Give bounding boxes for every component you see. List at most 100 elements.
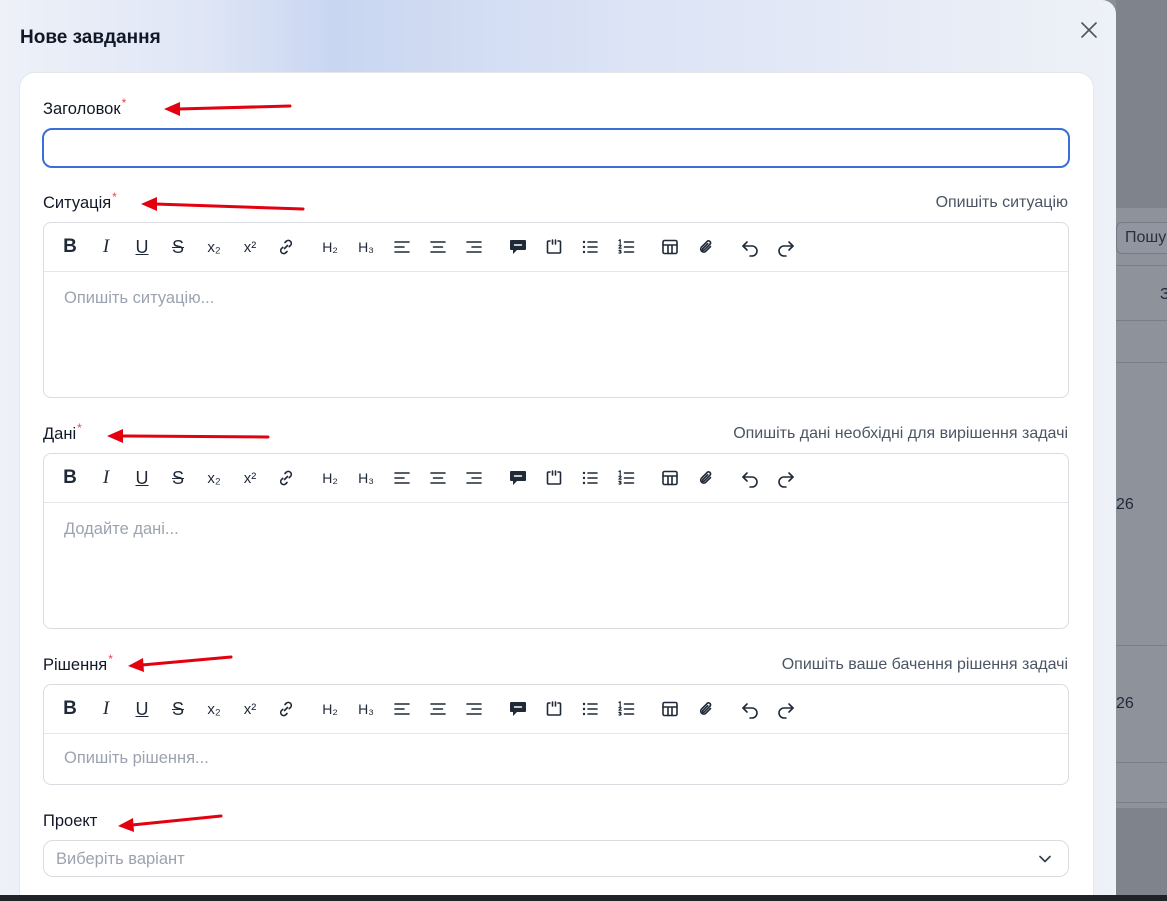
code-block-button[interactable]: [542, 697, 566, 721]
align-center-button[interactable]: [426, 697, 450, 721]
clip-icon: [699, 471, 712, 484]
comment-button[interactable]: [506, 697, 530, 721]
heading-3-button[interactable]: H₃: [354, 466, 378, 490]
bold-button[interactable]: B: [58, 235, 82, 259]
attachment-button[interactable]: [694, 235, 718, 259]
underline-button[interactable]: U: [130, 235, 154, 259]
comment-button[interactable]: [506, 466, 530, 490]
italic-button[interactable]: I: [94, 235, 118, 259]
solution-editor-body[interactable]: Опишіть рішення...: [44, 734, 1068, 784]
superscript-glyph: x²: [243, 469, 257, 487]
title-input[interactable]: [42, 128, 1070, 168]
bold-button[interactable]: B: [58, 466, 82, 490]
background-cell: З: [1160, 286, 1167, 303]
subscript-button[interactable]: x₂: [202, 466, 226, 490]
bullet-list-button[interactable]: [578, 466, 602, 490]
redo-icon: [778, 241, 794, 257]
link-icon: [279, 239, 293, 255]
underline-button[interactable]: U: [130, 466, 154, 490]
code-block-button[interactable]: [542, 466, 566, 490]
project-label: Проект: [43, 812, 98, 830]
bullet-list-button[interactable]: [578, 697, 602, 721]
table-icon: [662, 470, 678, 486]
italic-button[interactable]: I: [94, 697, 118, 721]
underline-glyph: U: [135, 698, 149, 719]
strikethrough-button[interactable]: S: [166, 235, 190, 259]
link-button[interactable]: [274, 235, 298, 259]
align-left-button[interactable]: [390, 235, 414, 259]
project-select[interactable]: Виберіть варіант: [43, 840, 1069, 877]
code-icon: [546, 701, 562, 716]
align-left-button[interactable]: [390, 697, 414, 721]
data-hint: Опишіть дані необхідні для вирішення зад…: [733, 425, 1068, 442]
align-right-button[interactable]: [462, 235, 486, 259]
table-button[interactable]: [658, 466, 682, 490]
modal-title: Нове завдання: [20, 27, 161, 48]
align-right-icon: [466, 703, 482, 715]
taskbar-edge: [0, 895, 1167, 901]
subscript-button[interactable]: x₂: [202, 697, 226, 721]
subscript-button[interactable]: x₂: [202, 235, 226, 259]
chevron-down-icon: [1039, 855, 1051, 863]
superscript-button[interactable]: x²: [238, 697, 262, 721]
undo-button[interactable]: [738, 466, 762, 490]
heading-2-button[interactable]: H₂: [318, 697, 342, 721]
heading-2-button[interactable]: H₂: [318, 466, 342, 490]
close-button[interactable]: [1078, 19, 1100, 41]
code-icon: [546, 239, 562, 254]
background-table-divider: [1116, 320, 1167, 321]
align-right-button[interactable]: [462, 697, 486, 721]
bullet-list-button[interactable]: [578, 235, 602, 259]
align-center-icon: [430, 703, 446, 715]
underline-glyph: U: [135, 467, 149, 488]
align-center-button[interactable]: [426, 466, 450, 490]
align-center-icon: [430, 472, 446, 484]
underline-button[interactable]: U: [130, 697, 154, 721]
strikethrough-button[interactable]: S: [166, 697, 190, 721]
ordered-icon: [618, 470, 635, 485]
table-icon: [662, 239, 678, 255]
ordered-list-button[interactable]: [614, 466, 638, 490]
situation-editor: B I U Sx₂ x² H₂ H₃ Опишіть ситуацію...: [43, 222, 1069, 398]
table-button[interactable]: [658, 235, 682, 259]
redo-button[interactable]: [774, 697, 798, 721]
superscript-button[interactable]: x²: [238, 466, 262, 490]
background-table-divider: [1116, 762, 1167, 763]
ordered-list-button[interactable]: [614, 697, 638, 721]
comment-button[interactable]: [506, 235, 530, 259]
attachment-button[interactable]: [694, 466, 718, 490]
bold-glyph: B: [63, 698, 77, 719]
ordered-list-button[interactable]: [614, 235, 638, 259]
required-mark: *: [121, 96, 127, 110]
new-task-modal: Нове завдання Заголовок* Ситуація* Опиші…: [0, 0, 1116, 895]
attachment-button[interactable]: [694, 697, 718, 721]
code-block-button[interactable]: [542, 235, 566, 259]
link-button[interactable]: [274, 697, 298, 721]
situation-toolbar: B I U Sx₂ x² H₂ H₃: [44, 223, 1068, 272]
align-center-icon: [430, 241, 446, 253]
undo-button[interactable]: [738, 697, 762, 721]
align-left-button[interactable]: [390, 466, 414, 490]
align-right-button[interactable]: [462, 466, 486, 490]
situation-editor-body[interactable]: Опишіть ситуацію...: [44, 272, 1068, 397]
background-search-input[interactable]: Пошу: [1116, 222, 1167, 254]
redo-button[interactable]: [774, 235, 798, 259]
bold-button[interactable]: B: [58, 697, 82, 721]
heading-3-button[interactable]: H₃: [354, 235, 378, 259]
strikethrough-button[interactable]: S: [166, 466, 190, 490]
link-button[interactable]: [274, 466, 298, 490]
table-button[interactable]: [658, 697, 682, 721]
subscript-glyph: x₂: [207, 700, 221, 718]
clip-icon: [699, 240, 712, 253]
strikethrough-glyph: S: [171, 467, 184, 488]
align-left-icon: [394, 703, 410, 715]
italic-button[interactable]: I: [94, 466, 118, 490]
redo-button[interactable]: [774, 466, 798, 490]
heading-3-button[interactable]: H₃: [354, 697, 378, 721]
clip-icon: [699, 702, 712, 715]
data-editor-body[interactable]: Додайте дані...: [44, 503, 1068, 628]
superscript-button[interactable]: x²: [238, 235, 262, 259]
align-center-button[interactable]: [426, 235, 450, 259]
undo-button[interactable]: [738, 235, 762, 259]
heading-2-button[interactable]: H₂: [318, 235, 342, 259]
